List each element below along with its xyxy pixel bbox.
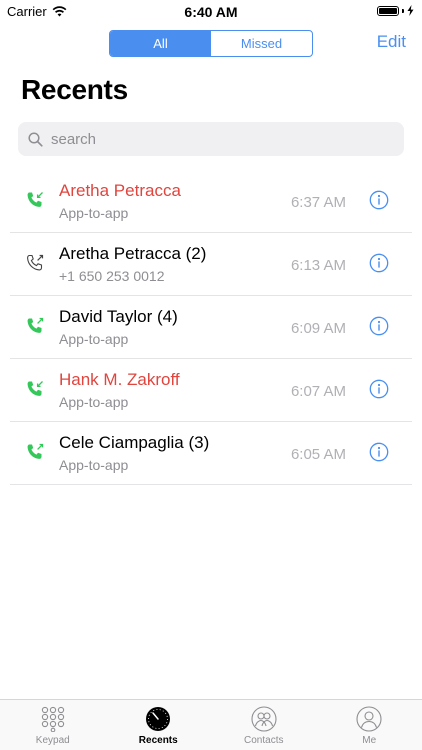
call-time: 6:09 AM <box>290 320 346 337</box>
call-time: 6:05 AM <box>290 446 346 463</box>
call-time: 6:13 AM <box>290 257 346 274</box>
caller-name: Hank M. Zakroff <box>59 370 180 389</box>
caller-name: Cele Ciampaglia (3) <box>59 433 210 452</box>
caller-name: David Taylor (4) <box>59 307 178 326</box>
info-icon[interactable] <box>369 442 389 462</box>
keypad-icon <box>41 706 64 732</box>
call-row[interactable]: Hank M. Zakroff App-to-app 6:07 AM <box>0 359 422 422</box>
search-input[interactable] <box>49 129 383 149</box>
segment-all[interactable]: All <box>110 31 211 56</box>
call-detail: App-to-app <box>59 394 129 410</box>
info-icon[interactable] <box>369 379 389 399</box>
clock-icon <box>146 707 171 731</box>
recent-calls-list: Aretha Petracca App-to-app 6:37 AM Areth… <box>0 170 422 485</box>
phone-outgoing-icon <box>27 254 44 271</box>
call-detail: +1 650 253 0012 <box>59 268 165 284</box>
phone-incoming-green-icon <box>27 192 43 207</box>
battery-tip <box>402 8 404 13</box>
page-title: Recents <box>21 74 128 105</box>
call-time: 6:07 AM <box>290 383 346 400</box>
battery-fill <box>379 7 397 14</box>
battery-indicator <box>377 5 414 16</box>
battery-icon <box>377 5 399 16</box>
tab-label: Contacts <box>244 735 284 746</box>
tab-keypad[interactable]: Keypad <box>0 700 106 750</box>
person-icon <box>356 706 382 732</box>
tab-bar: Keypad Recents Contacts Me <box>0 699 422 750</box>
info-icon[interactable] <box>369 190 389 210</box>
status-time: 6:40 AM <box>184 4 238 20</box>
call-time: 6:37 AM <box>290 194 346 211</box>
segment-missed[interactable]: Missed <box>211 31 312 56</box>
tab-recents[interactable]: Recents <box>106 700 212 750</box>
call-detail: App-to-app <box>59 205 129 221</box>
search-bar[interactable] <box>18 122 404 156</box>
edit-button[interactable]: Edit <box>377 32 406 52</box>
caller-name: Aretha Petracca (2) <box>59 244 207 263</box>
phone-incoming-green-icon <box>27 381 43 396</box>
phone-outgoing-green-icon <box>27 317 44 333</box>
tab-label: Recents <box>138 735 178 746</box>
phone-screen: Carrier 6:40 AM All Missed Edit Recents <box>0 0 422 750</box>
tab-label: Keypad <box>35 735 70 746</box>
info-icon[interactable] <box>369 253 389 273</box>
call-detail: App-to-app <box>59 331 129 347</box>
caller-name: Aretha Petracca <box>59 181 181 200</box>
tab-label: Me <box>362 735 377 746</box>
call-row[interactable]: Aretha Petracca (2) +1 650 253 0012 6:13… <box>0 233 422 296</box>
call-detail: App-to-app <box>59 457 129 473</box>
call-filter-segmented-control: All Missed <box>109 30 313 57</box>
status-bar: Carrier 6:40 AM <box>0 0 422 22</box>
info-icon[interactable] <box>369 316 389 336</box>
tab-contacts[interactable]: Contacts <box>211 700 317 750</box>
contacts-icon <box>251 706 277 732</box>
call-row[interactable]: David Taylor (4) App-to-app 6:09 AM <box>0 296 422 359</box>
phone-outgoing-green-icon <box>27 443 44 459</box>
search-icon <box>28 131 43 147</box>
tab-me[interactable]: Me <box>317 700 422 750</box>
charging-bolt-icon <box>407 5 414 16</box>
call-row[interactable]: Aretha Petracca App-to-app 6:37 AM <box>0 170 422 233</box>
call-row[interactable]: Cele Ciampaglia (3) App-to-app 6:05 AM <box>0 422 422 485</box>
